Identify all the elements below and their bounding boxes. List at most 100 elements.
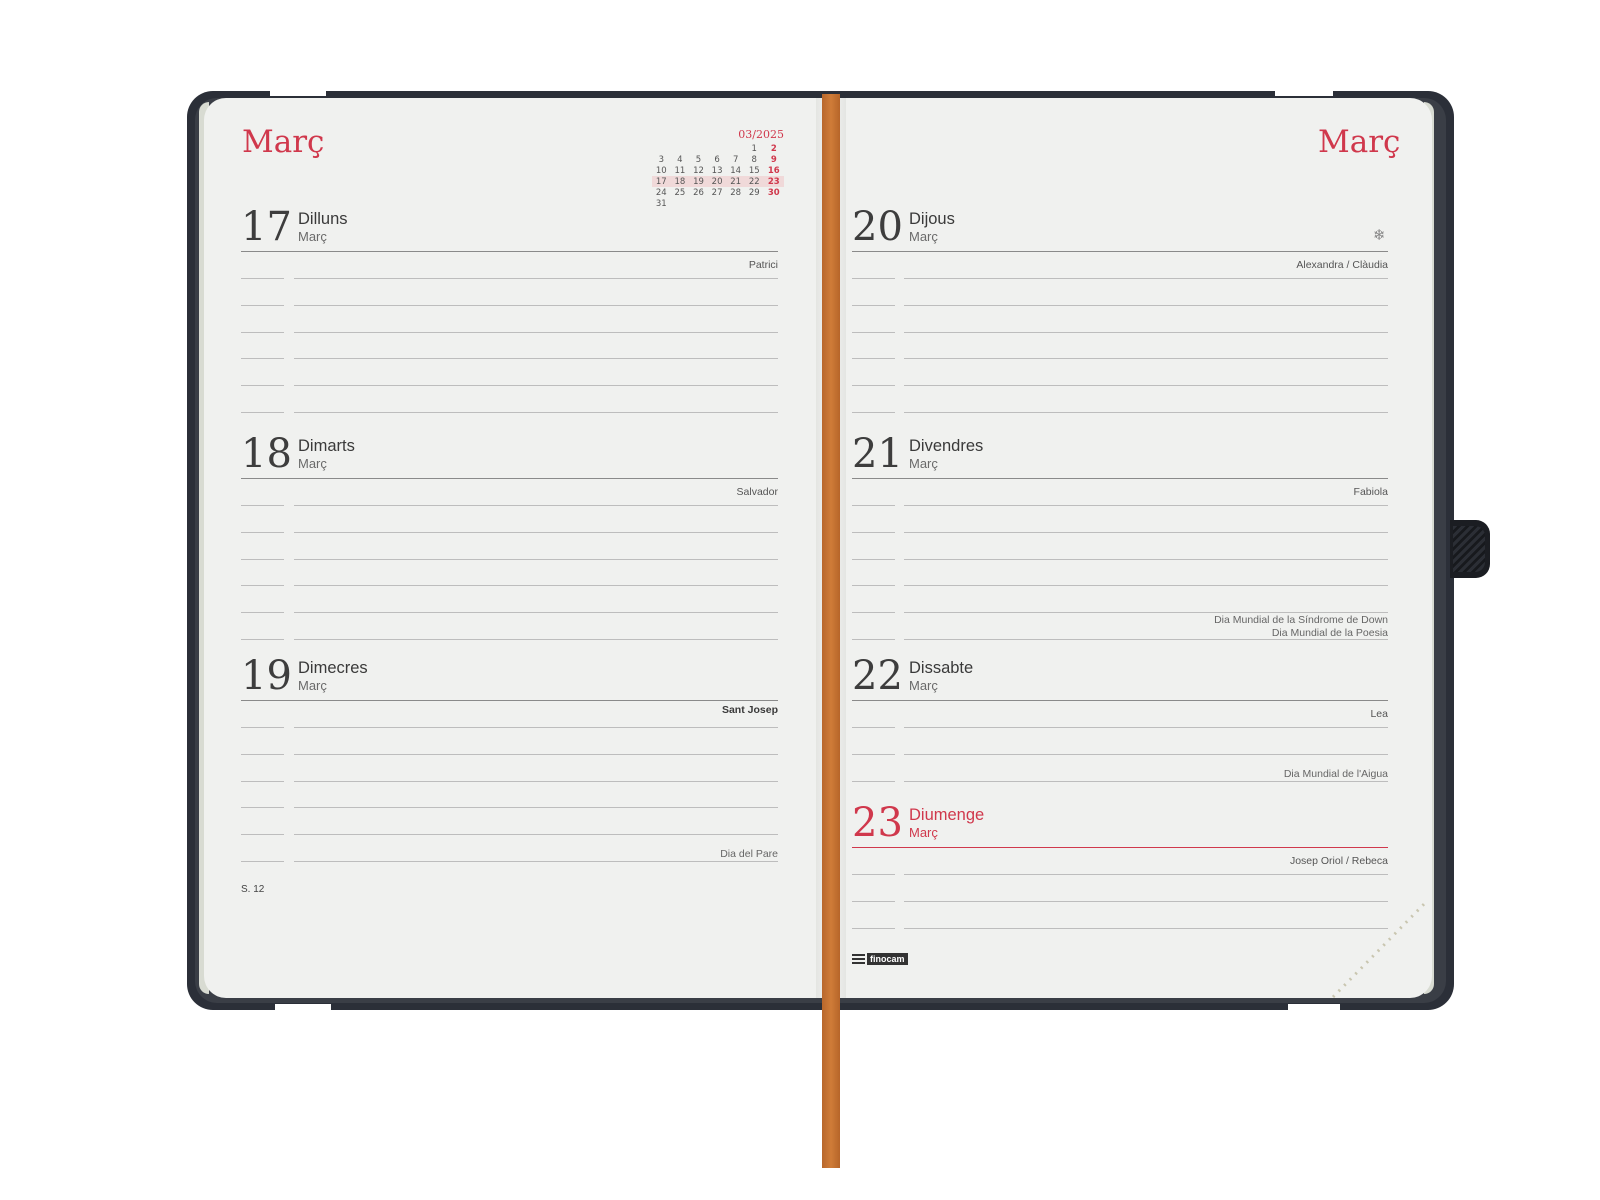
mini-calendar-day [726, 198, 745, 209]
ruled-line [852, 612, 895, 614]
mini-calendar-week: 31 [652, 198, 784, 209]
left-page[interactable] [204, 98, 820, 998]
ruled-line [294, 278, 778, 279]
ruled-line [904, 358, 1388, 360]
day-header-line [241, 478, 778, 479]
brand-logo: finocam [852, 953, 908, 965]
ruled-line [852, 901, 895, 902]
mini-calendar: 03/2025 1 2 3 4 5 6 7 8 9 10 11 12 13 14… [652, 128, 784, 209]
mini-calendar-day [652, 143, 671, 154]
day-name: Divendres [909, 437, 984, 455]
ruled-line [294, 531, 778, 533]
ruled-line [852, 358, 895, 360]
mini-calendar-day [708, 198, 727, 209]
mini-calendar-day: 1 [751, 143, 757, 154]
mini-calendar-day: 12 [693, 165, 704, 176]
mini-calendar-day [689, 143, 708, 154]
ruled-line [241, 753, 284, 755]
ruled-line [294, 412, 778, 413]
ruled-line [904, 385, 1388, 387]
mini-calendar-day: 14 [730, 165, 742, 176]
mini-calendar-day [726, 143, 745, 154]
saint-name: Josep Oriol / Rebeca [1289, 855, 1388, 867]
mini-calendar-day: 22 [744, 176, 764, 187]
mini-calendar-day: 15 [748, 165, 760, 176]
ruled-line [241, 834, 284, 836]
ruled-line [852, 505, 895, 506]
ruled-line [294, 505, 778, 506]
month-title-left: Març [242, 124, 325, 160]
saint-name: Sant Josep [721, 704, 778, 716]
day-number: 21 [852, 431, 903, 477]
ruled-line [241, 385, 284, 387]
observance-note: Dia del Pare [720, 848, 778, 860]
ruled-line [294, 331, 778, 333]
day-month: Març [909, 825, 938, 840]
ruled-line [294, 558, 778, 560]
brand-logo-icon [852, 953, 865, 965]
mini-calendar-day: 25 [674, 187, 686, 198]
ruled-line [241, 861, 284, 862]
mini-calendar-day-sunday: 2 [770, 143, 777, 154]
ruled-line [852, 385, 895, 387]
ruled-line [852, 639, 895, 640]
day-number: 23 [852, 800, 903, 846]
mini-calendar-day [708, 143, 727, 154]
observance-note-line: Dia Mundial de la Síndrome de Down [1214, 614, 1388, 626]
mini-calendar-day: 31 [655, 198, 667, 209]
day-name: Dissabte [909, 659, 974, 677]
ruled-line [904, 278, 1388, 279]
mini-calendar-day: 28 [730, 187, 742, 198]
ruled-line [904, 754, 1388, 755]
ruled-line [904, 781, 1388, 782]
day-month: Març [298, 678, 327, 693]
ruled-line [904, 412, 1388, 413]
mini-calendar-day-sunday: 9 [770, 154, 777, 165]
mini-calendar-grid: 1 2 3 4 5 6 7 8 9 10 11 12 13 14 15 16 1… [652, 143, 784, 209]
cover-notch [275, 1004, 331, 1012]
ruled-line [241, 807, 284, 809]
ruled-line [241, 531, 284, 533]
day-header-line [241, 251, 778, 252]
mini-calendar-header: 03/2025 [738, 128, 784, 141]
ruled-line [294, 304, 778, 306]
mini-calendar-day [671, 143, 690, 154]
mini-calendar-day [745, 198, 764, 209]
mini-calendar-day: 29 [748, 187, 760, 198]
ruled-line [904, 639, 1388, 640]
mini-calendar-day: 3 [658, 154, 664, 165]
day-name: Dimecres [298, 659, 368, 677]
snowflake-icon: ❄ [1373, 227, 1386, 244]
mini-calendar-day-sunday [764, 198, 784, 209]
mini-calendar-day: 8 [751, 154, 757, 165]
ruled-line [852, 928, 895, 929]
saint-name: Lea [1370, 708, 1388, 720]
bookmark-ribbon[interactable] [822, 94, 840, 1168]
mini-calendar-day: 13 [711, 165, 723, 176]
day-number: 17 [241, 204, 292, 250]
brand-name: finocam [867, 953, 908, 965]
mini-calendar-day: 6 [714, 154, 720, 165]
ruled-line [294, 585, 778, 587]
ruled-line [241, 727, 284, 728]
ruled-line [241, 412, 284, 413]
ruled-line [294, 834, 778, 836]
ruled-line [241, 278, 284, 279]
perforation-corner [1331, 898, 1430, 999]
ruled-line [241, 505, 284, 506]
mini-calendar-day: 20 [707, 176, 727, 187]
mini-calendar-day [671, 198, 690, 209]
ruled-line [904, 874, 1388, 875]
mini-calendar-day: 10 [655, 165, 667, 176]
cover-notch [1275, 88, 1333, 96]
ruled-line [294, 780, 778, 782]
ruled-line [904, 505, 1388, 506]
ruled-line [294, 727, 778, 728]
ruled-line [904, 585, 1388, 587]
mini-calendar-day-sunday: 30 [767, 187, 780, 198]
week-number: S. 12 [241, 884, 265, 895]
ruled-line [904, 928, 1388, 929]
day-name: Dilluns [298, 210, 348, 228]
ruled-line [294, 807, 778, 809]
ruled-line [241, 585, 284, 587]
